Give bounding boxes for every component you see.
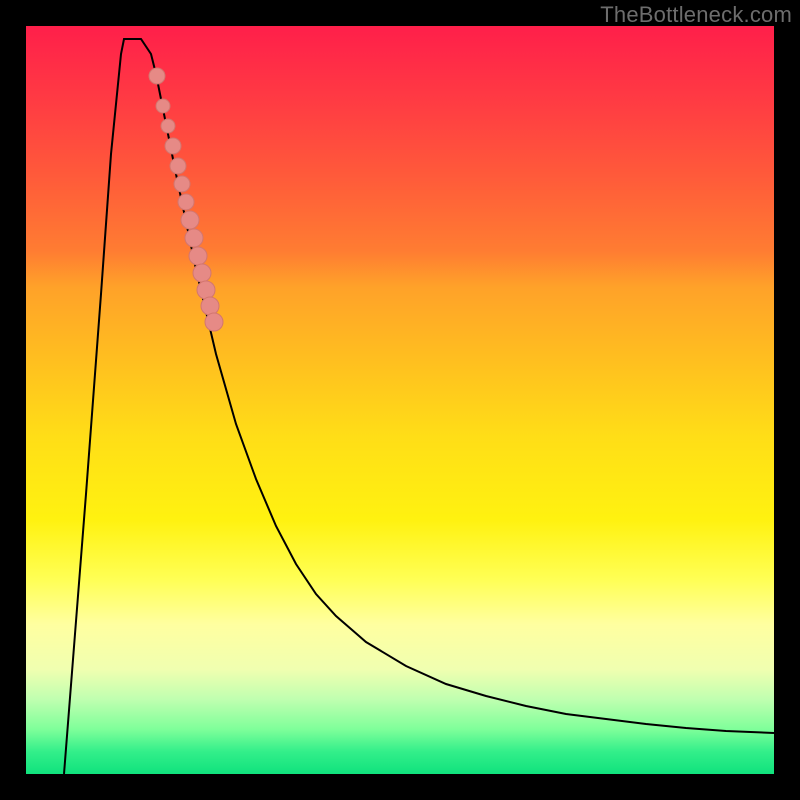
highlight-dot: [161, 119, 175, 133]
highlight-dot: [178, 194, 194, 210]
highlight-dot: [174, 176, 190, 192]
highlight-dot: [181, 211, 199, 229]
highlight-dot: [197, 281, 215, 299]
highlight-dot: [201, 297, 219, 315]
highlight-dot: [149, 68, 165, 84]
plot-area: [26, 26, 774, 774]
chart-frame: TheBottleneck.com: [0, 0, 800, 800]
highlight-dot: [165, 138, 181, 154]
highlight-dot: [170, 158, 186, 174]
highlight-dot: [185, 229, 203, 247]
watermark-label: TheBottleneck.com: [600, 2, 792, 28]
highlight-dot: [156, 99, 170, 113]
highlight-dot: [189, 247, 207, 265]
curve-layer: [26, 26, 774, 774]
highlight-dot: [193, 264, 211, 282]
highlight-dot: [205, 313, 223, 331]
